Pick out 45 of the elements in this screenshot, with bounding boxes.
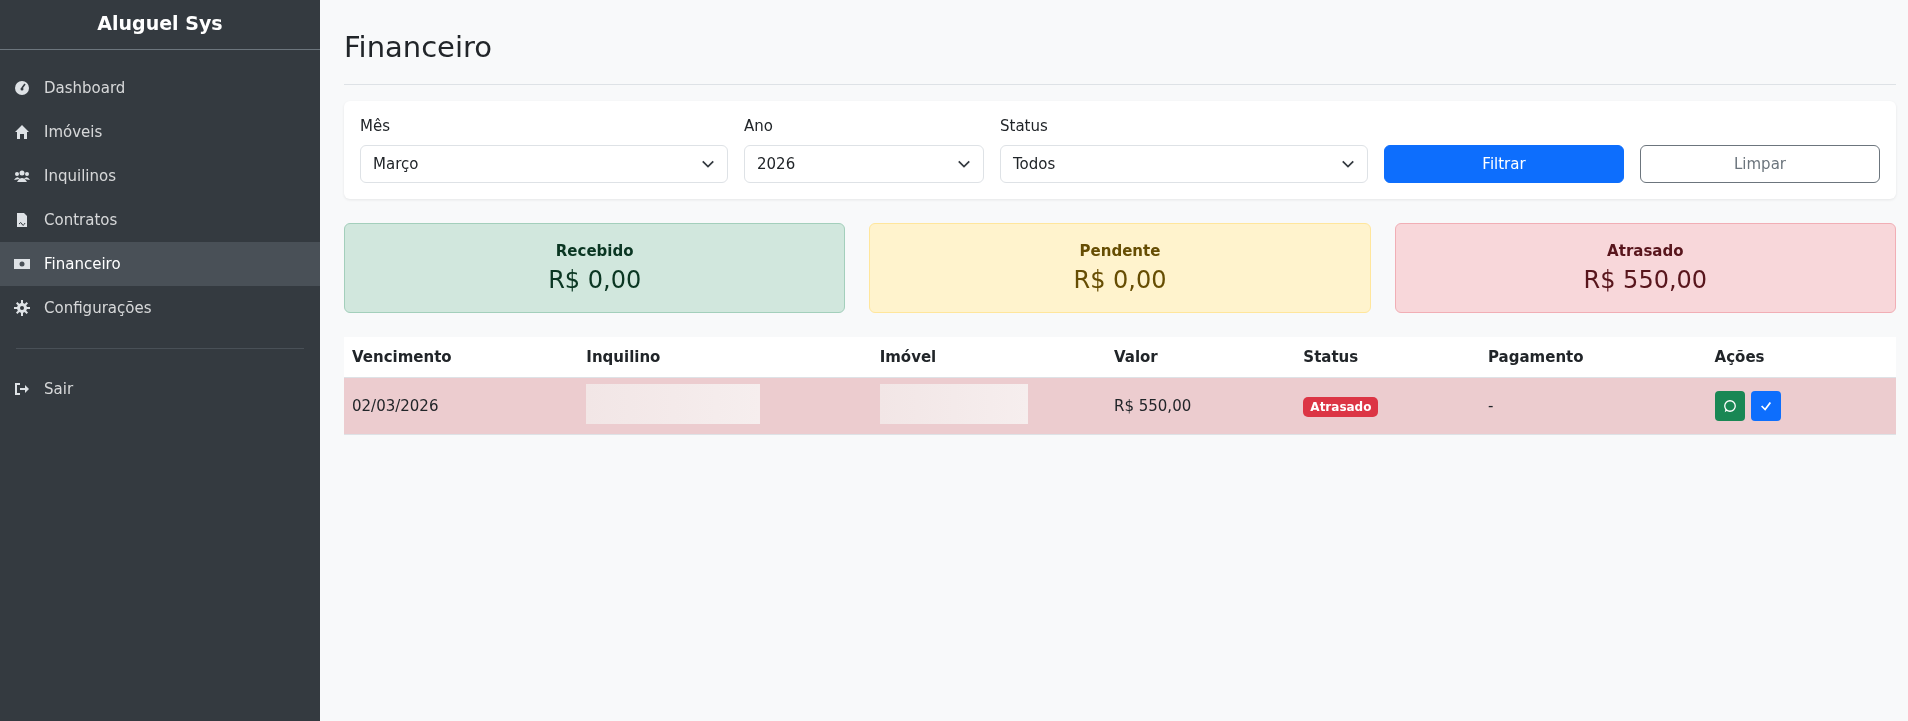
- column-header: Imóvel: [871, 337, 1106, 378]
- check-icon: [1758, 399, 1773, 413]
- card-label: Atrasado: [1607, 242, 1684, 260]
- logout-icon: [14, 381, 30, 397]
- sidebar-item[interactable]: Dashboard: [0, 66, 320, 110]
- card-label: Recebido: [555, 242, 634, 260]
- card-amount: R$ 550,00: [1583, 266, 1708, 294]
- card-amount: R$ 0,00: [1073, 266, 1167, 294]
- filter-button[interactable]: Filtrar: [1384, 145, 1624, 183]
- app-brand: Aluguel Sys: [0, 0, 320, 50]
- document-icon: [14, 212, 30, 228]
- home-icon: [14, 124, 30, 140]
- field-label: Status: [1000, 117, 1049, 135]
- column-header: Valor: [1106, 337, 1296, 378]
- banknote-icon: [14, 256, 30, 272]
- status-badge: Atrasado: [1303, 397, 1379, 417]
- card-amount: R$ 0,00: [548, 266, 642, 294]
- sidebar-item[interactable]: Imóveis: [0, 110, 320, 154]
- sidebar-item[interactable]: Financeiro: [0, 242, 320, 286]
- field-label: Ano: [744, 117, 774, 135]
- column-header: Vencimento: [344, 337, 579, 378]
- column-header: Status: [1295, 337, 1481, 378]
- sidebar-item[interactable]: Configurações: [0, 286, 320, 330]
- table-cell: 02/03/2026: [344, 377, 579, 435]
- gear-icon: [14, 300, 30, 316]
- column-header: Ações: [1706, 337, 1896, 378]
- sidebar-item[interactable]: Contratos: [0, 198, 320, 242]
- dashboard-icon: [14, 80, 30, 96]
- card-label: Pendente: [1079, 242, 1161, 260]
- table-cell: -: [1480, 377, 1707, 435]
- sidebar-item[interactable]: Inquilinos: [0, 154, 320, 198]
- chat-bubble-icon: [1722, 399, 1737, 413]
- field-label: Mês: [360, 117, 391, 135]
- select-field[interactable]: 2026: [744, 145, 984, 183]
- select-field[interactable]: Todos: [1000, 145, 1368, 183]
- page-title: Financeiro: [344, 30, 1896, 85]
- column-header: Pagamento: [1480, 337, 1707, 378]
- select-field[interactable]: Março: [360, 145, 728, 183]
- table-cell: R$ 550,00: [1106, 377, 1296, 435]
- logout-link[interactable]: Sair: [0, 367, 320, 411]
- confirm-button[interactable]: [1750, 391, 1781, 421]
- column-header: Inquilino: [578, 337, 872, 378]
- whatsapp-button[interactable]: [1714, 391, 1745, 421]
- clear-button[interactable]: Limpar: [1640, 145, 1880, 183]
- users-icon: [14, 168, 30, 184]
